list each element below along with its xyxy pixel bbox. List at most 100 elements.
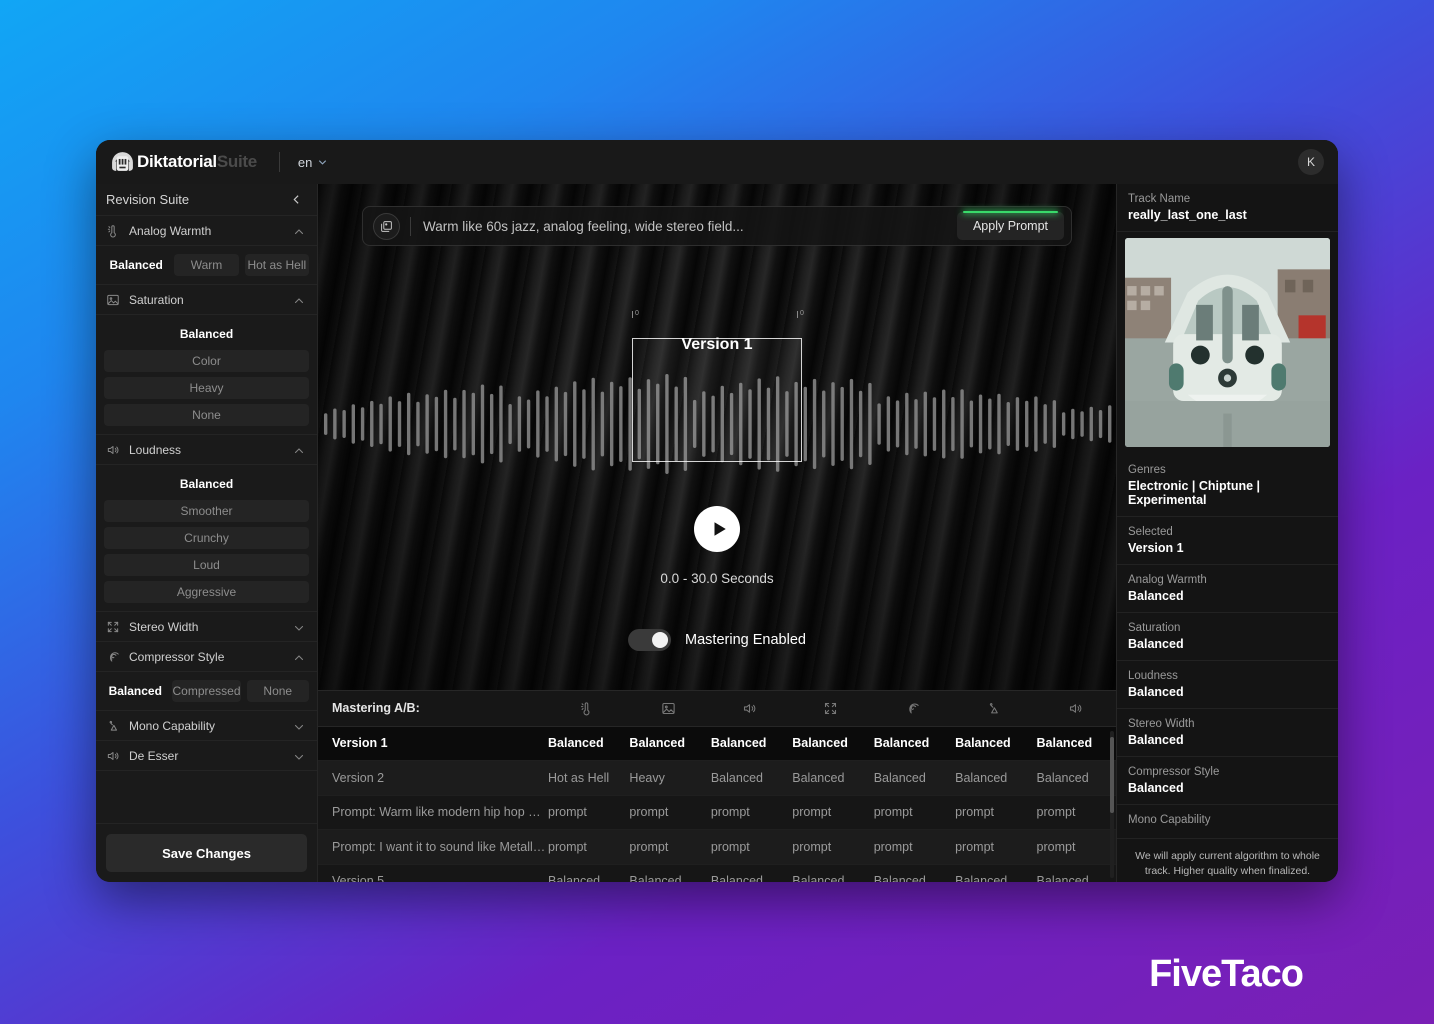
- save-changes-button[interactable]: Save Changes: [106, 834, 307, 872]
- sidebar-section-compressor-style[interactable]: Compressor Style: [96, 642, 317, 672]
- artwork-wrap: [1117, 232, 1338, 455]
- play-icon: [714, 522, 726, 536]
- ab-column-header-5[interactable]: [953, 691, 1035, 727]
- option-crunchy[interactable]: Crunchy: [104, 527, 309, 549]
- option-compressed[interactable]: Compressed: [172, 680, 241, 702]
- language-selector[interactable]: en: [298, 155, 328, 170]
- ab-column-header-6[interactable]: [1034, 691, 1116, 727]
- sidebar-section-de-esser[interactable]: De Esser: [96, 741, 317, 771]
- compressor-icon: [106, 650, 120, 664]
- sidebar-section-loudness[interactable]: Loudness: [96, 435, 317, 465]
- player-stage: Warm like 60s jazz, analog feeling, wide…: [318, 184, 1116, 690]
- option-smoother[interactable]: Smoother: [104, 500, 309, 522]
- option-heavy[interactable]: Heavy: [104, 377, 309, 399]
- play-button[interactable]: [694, 506, 740, 552]
- option-color[interactable]: Color: [104, 350, 309, 372]
- ab-cell: prompt: [953, 829, 1035, 865]
- mastering-ab-panel: Mastering A/B: Version 1 Balanced Balanced…: [318, 690, 1116, 882]
- apply-prompt-button[interactable]: Apply Prompt: [956, 211, 1064, 240]
- ab-column-header-1[interactable]: [627, 691, 709, 727]
- table-row[interactable]: Version 5 Balanced Balanced Balanced Balance…: [318, 864, 1116, 882]
- copy-image-icon[interactable]: [373, 212, 400, 240]
- prompt-input[interactable]: Warm like 60s jazz, analog feeling, wide…: [423, 219, 957, 234]
- option-hot-as-hell[interactable]: Hot as Hell: [244, 254, 309, 276]
- chevron-up-icon[interactable]: [293, 651, 305, 663]
- option-balanced[interactable]: Balanced: [104, 473, 309, 495]
- option-none[interactable]: None: [104, 404, 309, 426]
- ab-column-header-3[interactable]: [790, 691, 872, 727]
- ab-cell: prompt: [953, 795, 1035, 830]
- option-warm[interactable]: Warm: [174, 254, 239, 276]
- ab-cell: Balanced: [1034, 760, 1116, 796]
- sidebar-section-label: Analog Warmth: [129, 223, 212, 238]
- option-aggressive[interactable]: Aggressive: [104, 581, 309, 603]
- option-balanced[interactable]: Balanced: [104, 680, 166, 702]
- chevron-up-icon[interactable]: [293, 444, 305, 456]
- sidebar-section-stereo-width[interactable]: Stereo Width: [96, 612, 317, 642]
- avatar[interactable]: K: [1298, 149, 1324, 175]
- ab-cell: prompt: [627, 829, 709, 865]
- sidebar-sections: Analog Warmth Balanced Warm Hot as Hell Satu…: [96, 216, 317, 823]
- ab-column-header-4[interactable]: [871, 691, 954, 727]
- ab-table-scrollbar[interactable]: [1110, 731, 1114, 878]
- sidebar-section-saturation[interactable]: Saturation: [96, 285, 317, 315]
- chevron-down-icon[interactable]: [293, 720, 305, 732]
- detail-loudness: Loudness Balanced: [1117, 661, 1338, 709]
- chevron-down-icon[interactable]: [293, 750, 305, 762]
- ab-column-header-2[interactable]: [708, 691, 791, 727]
- ab-cell: prompt: [1034, 795, 1116, 830]
- prompt-divider: [410, 216, 411, 236]
- chevron-down-icon[interactable]: [293, 621, 305, 633]
- ab-cell: Hot as Hell: [546, 760, 628, 796]
- sidebar-section-options: Balanced Color Heavy None: [96, 315, 317, 435]
- chevron-up-icon[interactable]: [293, 225, 305, 237]
- sidebar-section-mono-capability[interactable]: Mono Capability: [96, 711, 317, 741]
- sidebar-section-label: Saturation: [129, 292, 184, 307]
- waveform-selection[interactable]: [632, 338, 802, 462]
- ab-cell: Balanced: [871, 760, 954, 796]
- table-row[interactable]: Prompt: Warm like modern hip hop hits, w…: [318, 795, 1116, 830]
- option-loud[interactable]: Loud: [104, 554, 309, 576]
- ab-scrollbar-thumb[interactable]: [1110, 737, 1114, 813]
- ab-cell: Balanced: [708, 864, 791, 882]
- ab-cell: Balanced: [546, 726, 628, 761]
- track-name-block: Track Name really_last_one_last: [1117, 184, 1338, 232]
- sidebar-section-label: Compressor Style: [129, 649, 225, 664]
- image-icon-glyph: [661, 702, 675, 714]
- table-row[interactable]: Version 1 Balanced Balanced Balanced Balance…: [318, 726, 1116, 761]
- option-balanced[interactable]: Balanced: [104, 254, 168, 276]
- table-row[interactable]: Version 2 Hot as Hell Heavy Balanced Balance…: [318, 760, 1116, 796]
- save-changes-wrap: Save Changes: [96, 823, 317, 882]
- detail-label: Loudness: [1128, 670, 1178, 682]
- detail-selected: Selected Version 1: [1117, 517, 1338, 565]
- ab-cell: prompt: [790, 829, 872, 865]
- ab-cell: Balanced: [1034, 864, 1116, 882]
- mastering-toggle[interactable]: [628, 629, 672, 651]
- option-none[interactable]: None: [246, 680, 309, 702]
- ab-cell: Balanced: [953, 864, 1035, 882]
- topbar-divider: [278, 152, 280, 172]
- detail-value: Balanced: [1128, 781, 1184, 795]
- ab-table-title: Mastering A/B:: [318, 691, 546, 727]
- ab-table-head: Mastering A/B:: [318, 691, 1116, 727]
- detail-value: Electronic | Chiptune | Experimental: [1128, 479, 1261, 507]
- volume-icon-glyph: [744, 703, 756, 713]
- image-icon-glyph: [107, 294, 119, 305]
- volume-icon: [106, 749, 120, 763]
- detail-analog-warmth: Analog Warmth Balanced: [1117, 565, 1338, 613]
- chevron-up-icon[interactable]: [293, 294, 305, 306]
- sidebar-section-analog-warmth[interactable]: Analog Warmth: [96, 216, 317, 246]
- ab-cell: Balanced: [708, 726, 791, 761]
- app-logo[interactable]: DiktatorialSuite: [110, 150, 257, 175]
- table-row[interactable]: Prompt: I want it to sound like Metallic…: [318, 829, 1116, 865]
- mastering-toggle-row: Mastering Enabled: [628, 629, 806, 651]
- detail-value: Balanced: [1128, 637, 1184, 651]
- ab-row-name: Prompt: Warm like modern hip hop hits, w…: [318, 795, 546, 830]
- chevron-left-icon[interactable]: [290, 193, 303, 206]
- ab-column-header-0[interactable]: [546, 691, 628, 727]
- expand-icon-glyph: [825, 702, 837, 714]
- sidebar-section-options: Balanced Warm Hot as Hell: [96, 246, 317, 285]
- option-balanced[interactable]: Balanced: [104, 323, 309, 345]
- detail-label: Selected: [1128, 526, 1173, 538]
- chevron-down-icon: [319, 159, 327, 165]
